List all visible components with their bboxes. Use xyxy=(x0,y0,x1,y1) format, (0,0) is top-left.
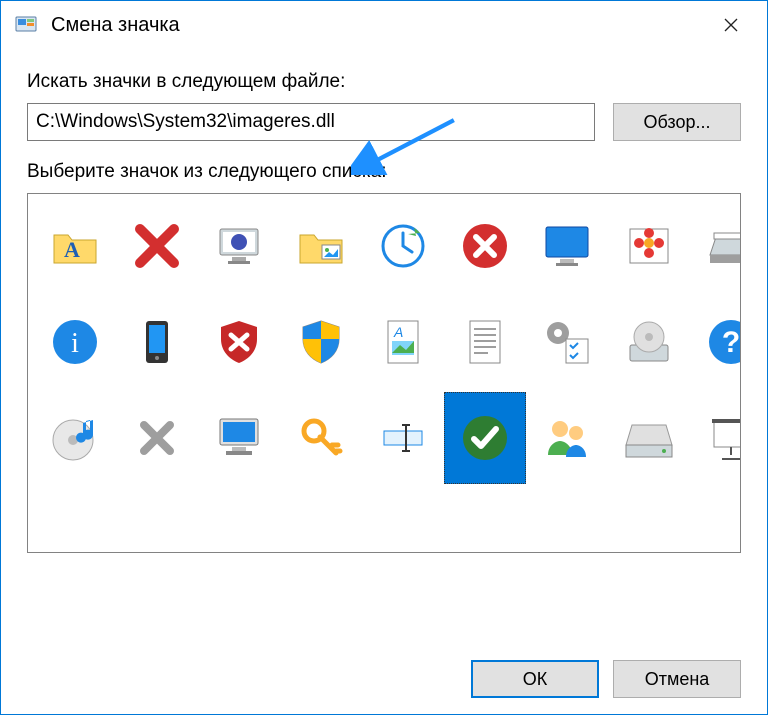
scanner-icon-graphic xyxy=(701,216,741,276)
document-lines-icon-graphic xyxy=(455,312,515,372)
computer-icon[interactable] xyxy=(198,392,280,484)
scanner-icon[interactable] xyxy=(690,200,741,292)
shield-x-icon[interactable] xyxy=(198,296,280,388)
app-icon xyxy=(13,12,39,38)
disc-install-icon-graphic xyxy=(619,312,679,372)
folder-font-a-icon[interactable]: A xyxy=(34,200,116,292)
smartphone-icon-graphic xyxy=(127,312,187,372)
clock-update-icon[interactable] xyxy=(362,200,444,292)
document-image-icon-graphic: A xyxy=(373,312,433,372)
picture-flower-icon-graphic xyxy=(619,216,679,276)
drive-icon[interactable] xyxy=(608,392,690,484)
smartphone-icon[interactable] xyxy=(116,296,198,388)
ok-button[interactable]: ОК xyxy=(471,660,599,698)
svg-text:i: i xyxy=(71,328,79,359)
cd-music-icon-graphic xyxy=(45,408,105,468)
folder-pictures-icon[interactable] xyxy=(280,200,362,292)
red-x-icon[interactable] xyxy=(116,200,198,292)
browse-button[interactable]: Обзор... xyxy=(613,103,741,141)
gear-checklist-icon-graphic xyxy=(537,312,597,372)
drive-icon-graphic xyxy=(619,408,679,468)
info-blue-icon-graphic: i xyxy=(45,312,105,372)
success-green-check-icon[interactable] xyxy=(444,392,526,484)
success-green-check-icon-graphic xyxy=(455,408,515,468)
help-blue-icon-graphic: ? xyxy=(701,312,741,372)
shield-x-icon-graphic xyxy=(209,312,269,372)
close-button[interactable] xyxy=(703,5,759,45)
titlebar: Смена значка xyxy=(1,1,767,49)
list-label: Выберите значок из следующего списка: xyxy=(27,161,741,183)
cd-music-icon[interactable] xyxy=(34,392,116,484)
folder-pictures-icon-graphic xyxy=(291,216,351,276)
monitor-orb-icon-graphic xyxy=(209,216,269,276)
picture-flower-icon[interactable] xyxy=(608,200,690,292)
red-x-icon-graphic xyxy=(127,216,187,276)
svg-text:A: A xyxy=(393,324,403,340)
projector-screen-icon-graphic xyxy=(701,408,741,468)
window-title: Смена значка xyxy=(51,14,703,37)
icon-list[interactable]: AiA?!!? xyxy=(27,193,741,553)
document-image-icon[interactable]: A xyxy=(362,296,444,388)
error-red-circle-icon-graphic xyxy=(455,216,515,276)
uac-shield-icon[interactable] xyxy=(280,296,362,388)
users-pair-icon-graphic xyxy=(537,408,597,468)
change-icon-dialog: Смена значка Искать значки в следующем ф… xyxy=(0,0,768,715)
icon-path-input[interactable] xyxy=(27,103,595,141)
path-label: Искать значки в следующем файле: xyxy=(27,71,741,93)
gray-x-icon-graphic xyxy=(127,408,187,468)
error-red-circle-icon[interactable] xyxy=(444,200,526,292)
uac-shield-icon-graphic xyxy=(291,312,351,372)
dialog-footer: ОК Отмена xyxy=(1,644,767,714)
monitor-orb-icon[interactable] xyxy=(198,200,280,292)
desktop-blue-icon-graphic xyxy=(537,216,597,276)
help-blue-icon[interactable]: ? xyxy=(690,296,741,388)
info-blue-icon[interactable]: i xyxy=(34,296,116,388)
users-pair-icon[interactable] xyxy=(526,392,608,484)
desktop-blue-icon[interactable] xyxy=(526,200,608,292)
key-icon[interactable] xyxy=(280,392,362,484)
cancel-button[interactable]: Отмена xyxy=(613,660,741,698)
folder-font-a-icon-graphic: A xyxy=(45,216,105,276)
path-row: Обзор... xyxy=(27,103,741,141)
projector-screen-icon[interactable] xyxy=(690,392,741,484)
document-lines-icon[interactable] xyxy=(444,296,526,388)
disc-install-icon[interactable] xyxy=(608,296,690,388)
svg-text:A: A xyxy=(64,237,80,262)
rename-caret-icon[interactable] xyxy=(362,392,444,484)
key-icon-graphic xyxy=(291,408,351,468)
clock-update-icon-graphic xyxy=(373,216,433,276)
dialog-content: Искать значки в следующем файле: Обзор..… xyxy=(1,49,767,644)
gear-checklist-icon[interactable] xyxy=(526,296,608,388)
computer-icon-graphic xyxy=(209,408,269,468)
gray-x-icon[interactable] xyxy=(116,392,198,484)
rename-caret-icon-graphic xyxy=(373,408,433,468)
svg-text:?: ? xyxy=(722,326,740,359)
